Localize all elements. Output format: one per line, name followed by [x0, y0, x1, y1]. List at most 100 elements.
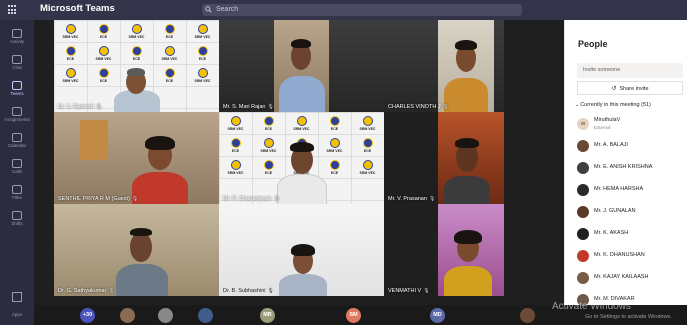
tile-padding — [384, 112, 438, 204]
logo-text: ECE — [363, 148, 372, 153]
video-tile[interactable]: SRM VEC ECE SRM VEC ECE SRM VEC ECE SRM … — [219, 112, 384, 204]
rail-item-chat[interactable]: Chat — [0, 52, 34, 78]
list-item[interactable]: M MiruthulaV External — [577, 114, 687, 136]
logo-text: SRM VEC — [161, 56, 178, 61]
video-tile[interactable]: Dr. G. Sathyakumar 🎙 — [54, 204, 219, 296]
video-tile[interactable]: Mr. S. Mari Rajan 🎙 — [219, 20, 384, 112]
torso — [277, 174, 327, 204]
dept-logo: ECE — [318, 112, 351, 134]
college-logo: SRM VEC — [219, 156, 252, 178]
mic-off-icon: 🎙 — [442, 104, 449, 110]
logo-text: SRM VEC — [194, 34, 211, 39]
avatar[interactable] — [520, 308, 535, 323]
logo-text: SRM VEC — [62, 34, 79, 39]
share-icon: ↺ — [611, 86, 617, 92]
torso — [279, 76, 325, 112]
participant-name: SENTHIL PRIYA R M (Guest) 🎙 — [58, 196, 138, 202]
rail-label: Assignments — [4, 117, 30, 122]
search-label: Search — [216, 6, 239, 13]
avatar[interactable] — [120, 308, 135, 323]
shifts-icon — [12, 211, 22, 220]
seal-icon — [362, 115, 373, 126]
avatar — [577, 140, 589, 152]
rail-item-apps[interactable]: Apps — [0, 292, 34, 321]
title-bar: Microsoft Teams Search — [0, 0, 687, 20]
video-tile[interactable]: CHARLES VINOTH J 🎙 — [384, 20, 504, 112]
calendar-icon — [12, 133, 22, 142]
mic-off-icon: 🎙 — [428, 196, 436, 202]
chat-icon — [12, 55, 22, 64]
list-item[interactable]: Mr. A. BALAJI — [577, 136, 687, 158]
dept-logo: ECE — [87, 64, 120, 86]
overflow-count-badge[interactable]: +30 — [80, 308, 95, 323]
rail-item-teams[interactable]: Teams — [0, 78, 34, 104]
video-tile[interactable]: Dr. B. Subhashini 🎙 — [219, 204, 384, 296]
college-logo: SRM VEC — [153, 42, 186, 64]
hair — [455, 138, 479, 148]
rail-label: Activity — [9, 39, 25, 44]
participant-name: VENMATHI V 🎙 — [388, 288, 430, 294]
participant-name-text: SENTHIL PRIYA R M (Guest) — [58, 196, 130, 202]
list-item[interactable]: Mr. KAJAY KAILAASH — [577, 268, 687, 290]
mic-off-icon: 🎙 — [423, 288, 430, 294]
rail-label: Calendar — [7, 143, 27, 148]
rail-item-calls[interactable]: Calls — [0, 156, 34, 182]
rail-item-activity[interactable]: Activity — [0, 26, 34, 52]
avatar — [577, 206, 589, 218]
logo-text: SRM VEC — [260, 148, 277, 153]
mic-off-icon: 🎙 — [273, 196, 280, 202]
video-tile[interactable]: SRM VEC ECE SRM VEC ECE SRM VEC ECE SRM … — [54, 20, 219, 112]
apps-icon — [12, 292, 22, 302]
seal-icon — [164, 45, 175, 56]
chevron-down-icon: ⌄ — [575, 102, 580, 108]
list-item[interactable]: Mr. K. DHANUSHAN — [577, 246, 687, 268]
logo-text: ECE — [165, 78, 174, 83]
seal-icon — [131, 45, 142, 56]
share-invite-button[interactable]: ↺ Share invite — [577, 81, 683, 95]
seal-icon — [164, 23, 175, 34]
rail-label: Chat — [12, 65, 22, 70]
avatar[interactable]: MR — [260, 308, 275, 323]
logo-text: SRM VEC — [227, 170, 244, 175]
list-item[interactable]: Mr. K. AKASH — [577, 224, 687, 246]
logo-text: SRM VEC — [128, 34, 145, 39]
rail-item-calendar[interactable]: Calendar — [0, 130, 34, 156]
college-logo: SRM VEC — [186, 20, 219, 42]
participant-name: Dr. S. Ramesh 🎙 — [58, 104, 102, 110]
seal-icon — [362, 137, 373, 148]
mic-off-icon: 🎙 — [131, 196, 139, 202]
file-icon — [12, 185, 22, 194]
rail-item-shifts[interactable]: Shifts — [0, 208, 34, 234]
avatar[interactable]: SM — [346, 308, 361, 323]
rail-item-files[interactable]: Files — [0, 182, 34, 208]
app-launcher-icon[interactable] — [8, 5, 18, 15]
participant-name: Mr. V. Prasanan 🎙 — [388, 196, 435, 202]
torso — [444, 78, 488, 112]
invite-input[interactable]: Invite someone — [577, 63, 683, 78]
search-input[interactable]: Search — [202, 4, 522, 16]
list-item[interactable]: Mr. E. ANISH KRISHNA — [577, 158, 687, 180]
video-tile[interactable]: SENTHIL PRIYA R M (Guest) 🎙 — [54, 112, 219, 204]
logo-text: SRM VEC — [194, 78, 211, 83]
meeting-section-header[interactable]: ⌄Currently in this meeting (51) — [575, 102, 651, 108]
logo-text: ECE — [264, 170, 273, 175]
hair — [454, 230, 482, 244]
seal-icon — [197, 23, 208, 34]
list-item[interactable]: Mr. HEMA HARSHA — [577, 180, 687, 202]
seal-icon — [230, 159, 241, 170]
college-logo: SRM VEC — [285, 112, 318, 134]
logo-text: ECE — [231, 148, 240, 153]
list-item[interactable]: Mr. J. GUNALAN — [577, 202, 687, 224]
seal-icon — [230, 115, 241, 126]
college-logo: SRM VEC — [54, 64, 87, 86]
video-tile[interactable]: Mr. V. Prasanan 🎙 — [384, 112, 504, 204]
avatar[interactable]: MD — [430, 308, 445, 323]
hair — [290, 142, 314, 152]
participant-name: Mr. R. Dhananjeyan 🎙 — [223, 196, 280, 202]
avatar[interactable] — [158, 308, 173, 323]
video-tile[interactable]: VENMATHI V 🎙 — [384, 204, 504, 296]
hair — [130, 228, 152, 236]
rail-item-assignments[interactable]: Assignments — [0, 104, 34, 130]
avatar[interactable] — [198, 308, 213, 323]
member-name: Mr. HEMA HARSHA — [594, 186, 644, 192]
